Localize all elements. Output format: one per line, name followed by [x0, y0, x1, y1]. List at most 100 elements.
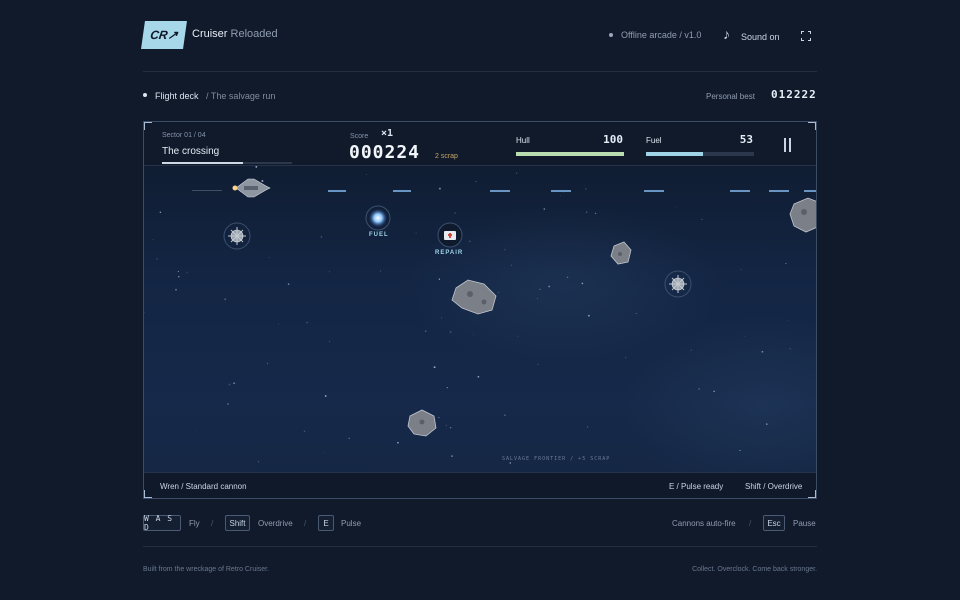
star	[553, 280, 555, 282]
frame-corner	[808, 122, 816, 130]
star	[635, 313, 637, 315]
star	[156, 258, 158, 260]
star	[539, 288, 541, 290]
game-hud: Sector 01 / 04 The crossing Score ×1 000…	[144, 122, 816, 166]
overdrive-status: Shift / Overdrive	[745, 482, 803, 491]
star	[560, 195, 561, 197]
footer-credit: Built from the wreckage of Retro Cruiser…	[143, 566, 270, 573]
sector-progress-fill	[162, 162, 243, 164]
star	[537, 297, 538, 299]
shot	[769, 190, 789, 192]
star	[451, 455, 454, 458]
crater	[419, 419, 425, 425]
app-header: CR↗ Cruiser Reloaded Offline arcade / v1…	[141, 20, 817, 52]
sound-toggle[interactable]: Sound on	[741, 32, 780, 42]
shot	[551, 190, 571, 192]
app-title: Cruiser Reloaded	[192, 28, 278, 40]
repair-pickup-label: REPAIR	[435, 250, 464, 256]
star	[516, 172, 518, 174]
star	[175, 288, 177, 291]
star	[449, 426, 452, 429]
ship-cockpit	[244, 186, 258, 190]
crater	[481, 299, 487, 305]
hull-bar	[516, 152, 624, 156]
star	[446, 387, 448, 389]
shot	[328, 190, 346, 192]
engine-trail	[192, 190, 222, 191]
game-canvas[interactable]: Sector 01 / 04 The crossing Score ×1 000…	[143, 121, 817, 499]
app-logo[interactable]: CR↗	[141, 21, 187, 49]
key-e: E	[318, 515, 334, 531]
breadcrumb-current[interactable]: Flight deck	[155, 91, 199, 101]
mine-spikes	[228, 227, 246, 245]
shot	[490, 190, 510, 192]
key-esc: Esc	[763, 515, 785, 531]
music-note-icon[interactable]: ♪	[723, 26, 730, 42]
star	[255, 166, 258, 168]
player-ship	[192, 178, 271, 198]
score-value: 000224	[349, 142, 421, 163]
app-title-main: Cruiser	[192, 28, 228, 40]
star	[789, 348, 791, 350]
crater	[618, 252, 622, 256]
star	[739, 449, 741, 451]
star	[186, 272, 188, 274]
star	[303, 430, 306, 432]
star	[159, 211, 162, 214]
footer-tagline: Collect. Overclock. Come back stronger.	[692, 566, 817, 573]
logo-text: CR↗	[149, 28, 179, 42]
hull-label: Hull	[516, 136, 530, 145]
personal-best-value: 012222	[771, 88, 817, 101]
pause-icon[interactable]	[783, 138, 793, 152]
star	[257, 461, 260, 463]
star	[585, 188, 587, 190]
star	[744, 336, 746, 337]
star	[178, 276, 180, 278]
key-shift: Shift	[225, 515, 250, 531]
shot	[393, 190, 411, 192]
fullscreen-icon[interactable]	[801, 31, 811, 41]
app-title-sub: Reloaded	[230, 28, 278, 40]
star	[740, 268, 742, 270]
star	[329, 341, 331, 342]
star	[177, 270, 179, 273]
star	[224, 298, 227, 301]
star	[765, 423, 768, 425]
star	[152, 239, 154, 240]
breadcrumb-dot	[143, 93, 147, 97]
ship-thruster	[232, 185, 238, 191]
fly-label: Fly	[189, 519, 200, 528]
star	[581, 282, 584, 285]
star	[504, 414, 506, 417]
star	[701, 218, 703, 221]
shot	[644, 190, 664, 192]
star	[713, 390, 715, 392]
star	[475, 181, 477, 183]
star	[690, 349, 692, 351]
star	[445, 424, 447, 426]
mine	[223, 222, 251, 250]
star	[587, 426, 589, 428]
controls-legend: W A S D Fly / Shift Overdrive / E Pulse …	[143, 514, 817, 533]
star	[379, 270, 381, 272]
star	[587, 314, 590, 317]
star	[441, 317, 443, 319]
star	[415, 232, 417, 234]
crater	[801, 209, 807, 215]
scrap-count: 2 scrap	[435, 153, 458, 160]
star	[397, 441, 399, 444]
footer-divider	[143, 546, 817, 547]
star	[227, 403, 230, 405]
personal-best-label: Personal best	[706, 92, 755, 101]
star	[788, 319, 790, 321]
star	[761, 350, 764, 353]
game-footer: Wren / Standard cannon E / Pulse ready S…	[144, 472, 816, 498]
star	[454, 212, 456, 214]
frame-corner	[808, 490, 816, 498]
star	[433, 366, 436, 369]
weapon-status: Wren / Standard cannon	[160, 482, 247, 491]
header-divider	[143, 71, 817, 72]
star	[698, 388, 700, 390]
star	[287, 283, 290, 285]
star	[322, 452, 324, 454]
